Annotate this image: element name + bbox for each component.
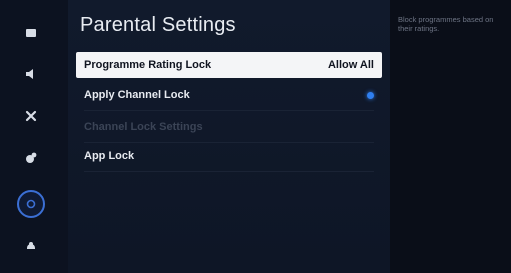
sound-icon[interactable] [20, 63, 42, 85]
row-label: Apply Channel Lock [84, 89, 190, 101]
apply-channel-lock-item[interactable]: Apply Channel Lock [76, 82, 382, 108]
programme-rating-lock-item[interactable]: Programme Rating Lock Allow All [76, 52, 382, 78]
channel-lock-settings-item: Channel Lock Settings [76, 114, 382, 140]
row-label: Channel Lock Settings [84, 121, 203, 133]
page-title: Parental Settings [80, 14, 236, 36]
parental-settings-panel: Parental Settings Programme Rating Lock … [68, 0, 390, 273]
app-lock-item[interactable]: App Lock [76, 143, 382, 169]
help-panel: Block programmes based on their ratings. [390, 0, 511, 273]
help-text: Block programmes based on their ratings. [398, 15, 494, 33]
network-icon[interactable] [20, 105, 42, 127]
system-icon[interactable] [20, 147, 42, 169]
row-label: App Lock [84, 150, 135, 162]
picture-icon[interactable] [20, 22, 42, 44]
row-label: Programme Rating Lock [84, 59, 212, 71]
row-value: Allow All [327, 59, 374, 71]
divider [84, 110, 374, 111]
divider [84, 171, 374, 172]
support-icon[interactable] [20, 235, 42, 257]
settings-sidebar [0, 0, 68, 273]
parental-settings-icon[interactable] [17, 190, 45, 218]
toggle-on-indicator[interactable] [367, 91, 374, 99]
tv-settings-screen: Parental Settings Programme Rating Lock … [0, 0, 511, 273]
